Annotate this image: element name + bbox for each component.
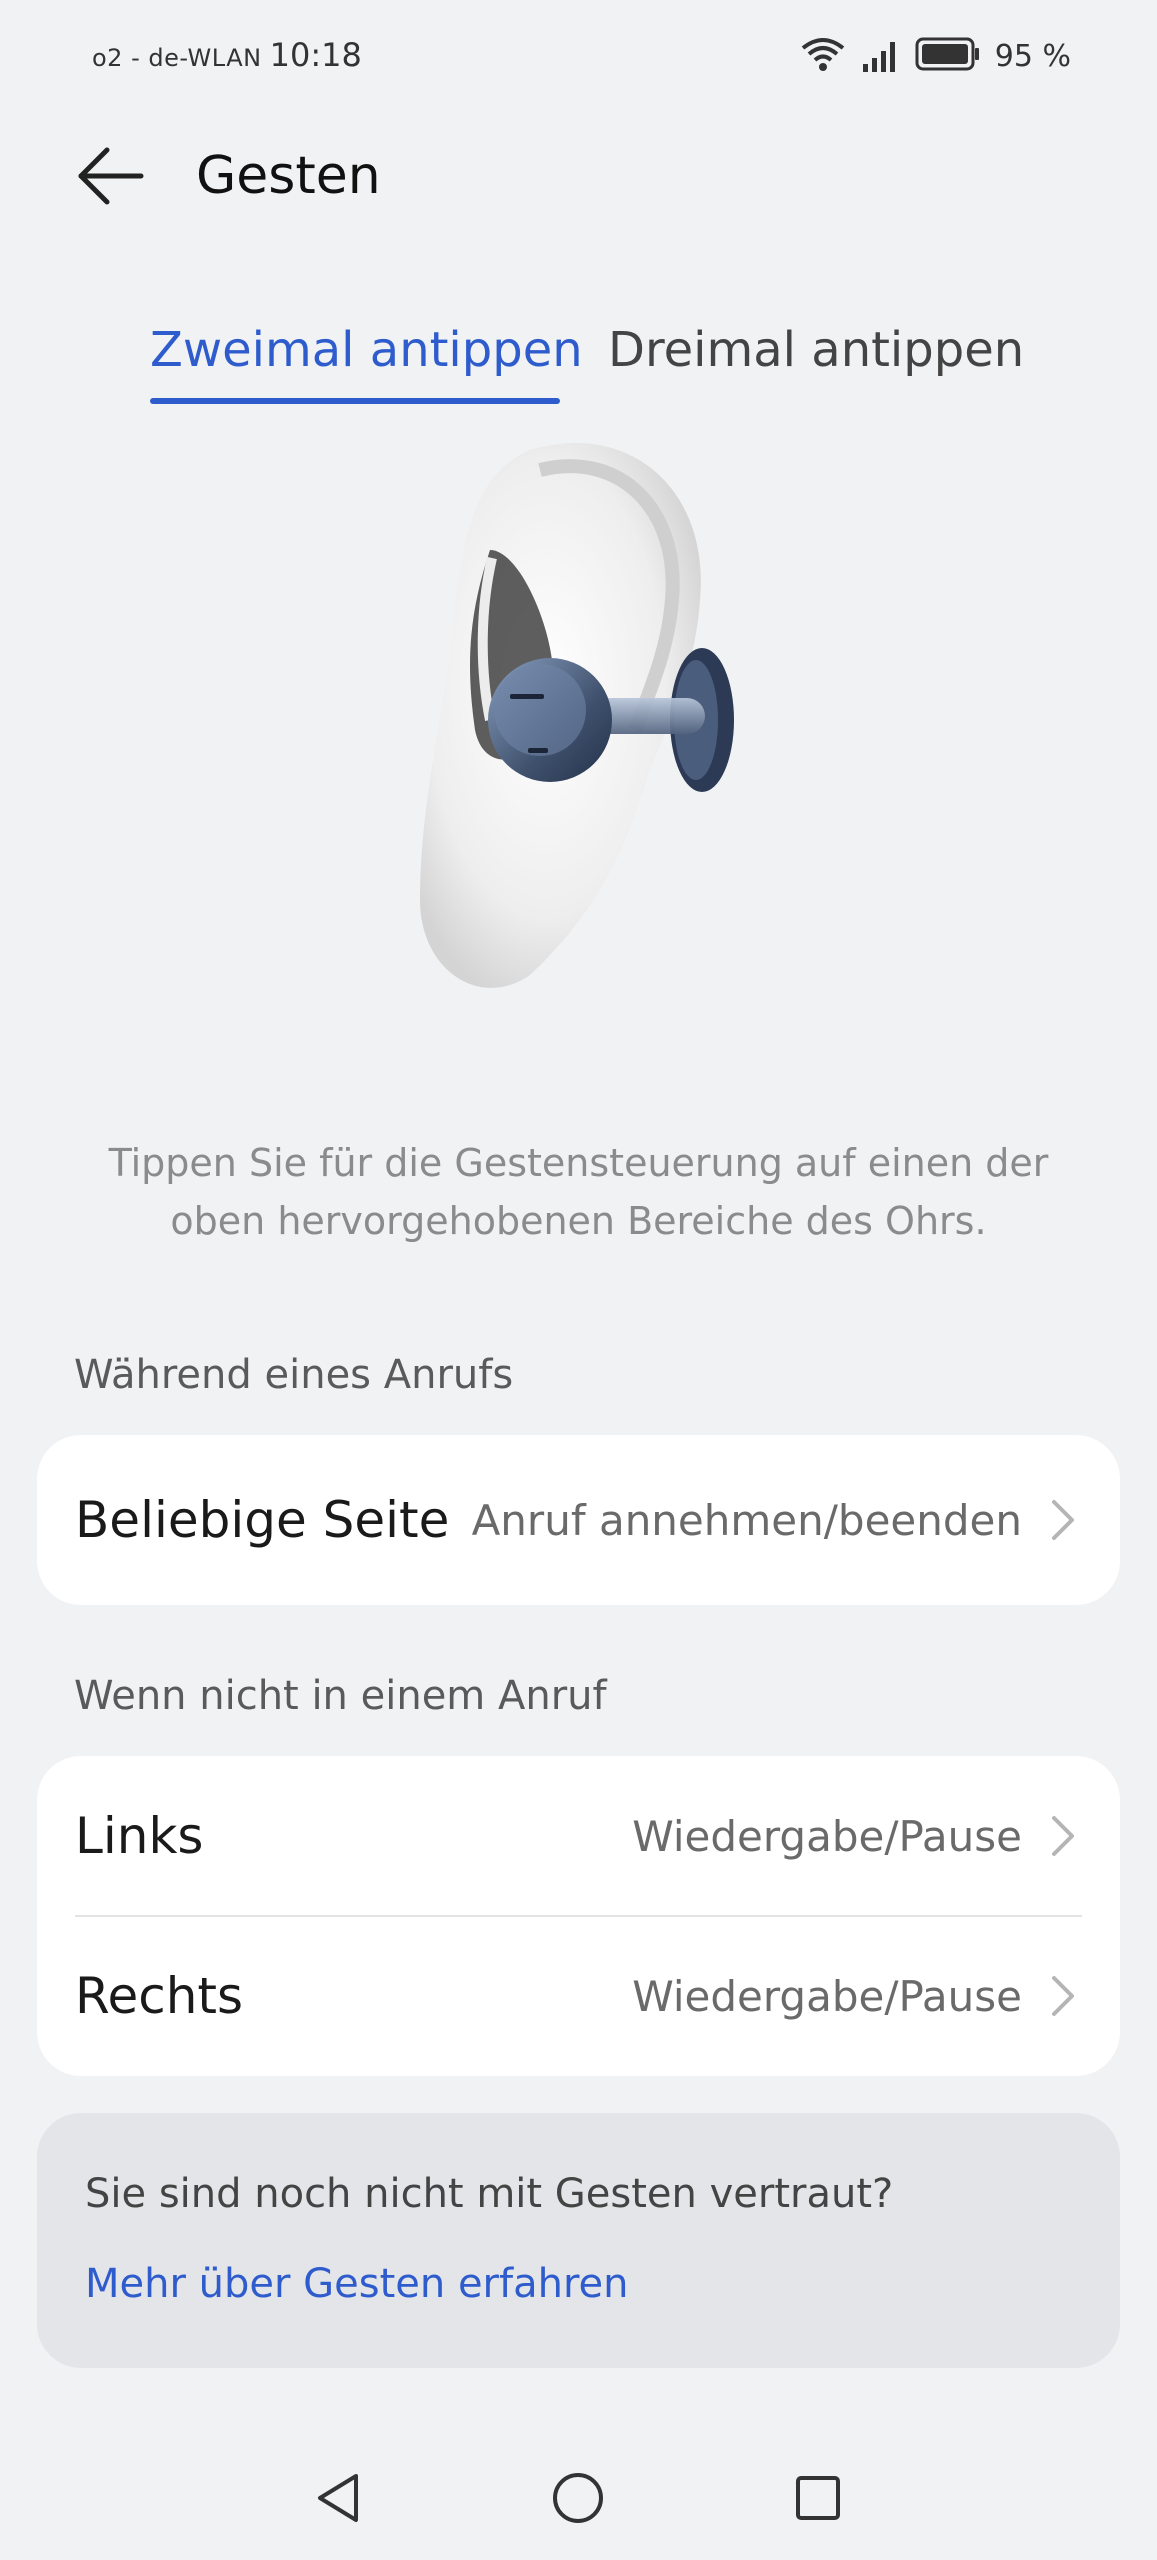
section-label-not-in-call: Wenn nicht in einem Anruf bbox=[74, 1673, 607, 1719]
chevron-right-icon bbox=[1048, 1974, 1078, 2018]
row-value: Anruf annehmen/beenden bbox=[471, 1495, 1022, 1545]
not-in-call-card: Links Wiedergabe/Pause Rechts Wiedergabe… bbox=[37, 1756, 1120, 2076]
row-label: Rechts bbox=[75, 1967, 244, 2025]
active-tab-indicator bbox=[150, 398, 560, 404]
list-item-right[interactable]: Rechts Wiedergabe/Pause bbox=[37, 1916, 1120, 2076]
during-call-card: Beliebige Seite Anruf annehmen/beenden bbox=[37, 1435, 1120, 1605]
row-value: Wiedergabe/Pause bbox=[632, 1971, 1022, 2021]
learn-more-link[interactable]: Mehr über Gesten erfahren bbox=[85, 2261, 628, 2307]
gesture-info-card: Sie sind noch nicht mit Gesten vertraut?… bbox=[37, 2113, 1120, 2368]
nav-back-button[interactable] bbox=[298, 2460, 378, 2540]
tab-triple-tap[interactable]: Dreimal antippen bbox=[608, 320, 1024, 380]
row-value: Wiedergabe/Pause bbox=[632, 1811, 1022, 1861]
clock: 10:18 bbox=[269, 36, 362, 74]
battery-icon bbox=[915, 36, 981, 76]
status-bar-right: 95 % bbox=[799, 34, 1071, 78]
battery-percent: 95 % bbox=[994, 38, 1071, 74]
status-bar-left: o2 - de-WLAN 10:18 bbox=[92, 36, 362, 80]
back-arrow-icon bbox=[75, 144, 145, 212]
list-item-left[interactable]: Links Wiedergabe/Pause bbox=[37, 1756, 1120, 1916]
section-label-during-call: Während eines Anrufs bbox=[74, 1352, 514, 1398]
nav-home-button[interactable] bbox=[538, 2460, 618, 2540]
row-label: Beliebige Seite bbox=[75, 1491, 450, 1549]
list-item-any-side[interactable]: Beliebige Seite Anruf annehmen/beenden bbox=[37, 1435, 1120, 1605]
back-triangle-icon bbox=[312, 2470, 364, 2530]
row-label: Links bbox=[75, 1807, 204, 1865]
carrier-label: o2 - de-WLAN bbox=[92, 44, 262, 72]
chevron-right-icon bbox=[1048, 1498, 1078, 1542]
nav-recents-button[interactable] bbox=[778, 2460, 858, 2540]
chevron-right-icon bbox=[1048, 1814, 1078, 1858]
gesture-hint-text: Tippen Sie für die Gestensteuerung auf e… bbox=[108, 1141, 1049, 1243]
info-question: Sie sind noch nicht mit Gesten vertraut? bbox=[85, 2171, 894, 2217]
tab-double-tap[interactable]: Zweimal antippen bbox=[150, 320, 583, 380]
recents-square-icon bbox=[792, 2472, 844, 2528]
ear-illustration bbox=[380, 430, 780, 1000]
wifi-icon bbox=[799, 34, 847, 78]
system-nav-bar bbox=[0, 2440, 1157, 2550]
home-circle-icon bbox=[550, 2470, 606, 2530]
page-title: Gesten bbox=[196, 146, 381, 206]
back-button[interactable] bbox=[70, 138, 150, 218]
signal-icon bbox=[861, 34, 901, 78]
